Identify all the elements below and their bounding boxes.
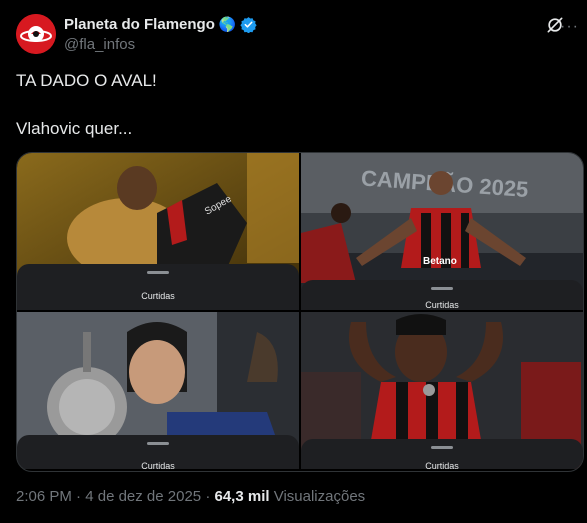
planeta-logo-icon bbox=[16, 14, 56, 54]
sheet-label: Curtidas bbox=[425, 300, 459, 310]
meta-separator: · bbox=[205, 488, 211, 505]
post-meta: 2:06 PM · 4 de dez de 2025 · 64,3 mil Vi… bbox=[16, 488, 365, 505]
drag-handle[interactable] bbox=[431, 287, 453, 290]
sheet-label: Curtidas bbox=[141, 461, 175, 469]
post-date[interactable]: 4 de dez de 2025 bbox=[85, 488, 201, 505]
author-name-row: Planeta do Flamengo 🌎 bbox=[64, 14, 257, 34]
media-grid: Sopee Curtidas CAMPEÃO 2025 Betano Curti… bbox=[16, 152, 584, 472]
svg-text:Betano: Betano bbox=[423, 256, 457, 267]
post-text-line2: Vlahovic quer... bbox=[16, 119, 133, 138]
globe-emoji-icon: 🌎 bbox=[218, 16, 237, 32]
verified-badge-icon[interactable] bbox=[240, 16, 257, 33]
post-text-line1: TA DADO O AVAL! bbox=[16, 71, 157, 90]
drag-handle[interactable] bbox=[431, 446, 453, 449]
bottom-sheet[interactable]: Curtidas bbox=[301, 280, 583, 310]
media-item[interactable]: Sopee Curtidas bbox=[17, 153, 299, 310]
bottom-sheet[interactable]: Curtidas bbox=[301, 439, 583, 469]
bottom-sheet[interactable]: Curtidas bbox=[17, 435, 299, 469]
media-item[interactable]: CAMPEÃO 2025 Betano Curtidas bbox=[301, 153, 583, 310]
post-time[interactable]: 2:06 PM bbox=[16, 488, 72, 505]
sheet-label: Curtidas bbox=[425, 461, 459, 469]
views-label[interactable]: Visualizações bbox=[274, 488, 365, 505]
media-item[interactable]: Curtidas bbox=[17, 312, 299, 469]
media-item[interactable]: Curtidas bbox=[301, 312, 583, 469]
meta-separator: · bbox=[76, 488, 82, 505]
sheet-label: Curtidas bbox=[141, 291, 175, 301]
views-count[interactable]: 64,3 mil bbox=[215, 488, 270, 505]
drag-handle[interactable] bbox=[147, 271, 169, 274]
drag-handle[interactable] bbox=[147, 442, 169, 445]
bottom-sheet[interactable]: Curtidas bbox=[17, 264, 299, 310]
avatar[interactable] bbox=[16, 14, 56, 54]
author-handle[interactable]: @fla_infos bbox=[64, 36, 135, 53]
author-name[interactable]: Planeta do Flamengo bbox=[64, 16, 215, 33]
more-options-icon[interactable]: ··· bbox=[560, 18, 579, 36]
